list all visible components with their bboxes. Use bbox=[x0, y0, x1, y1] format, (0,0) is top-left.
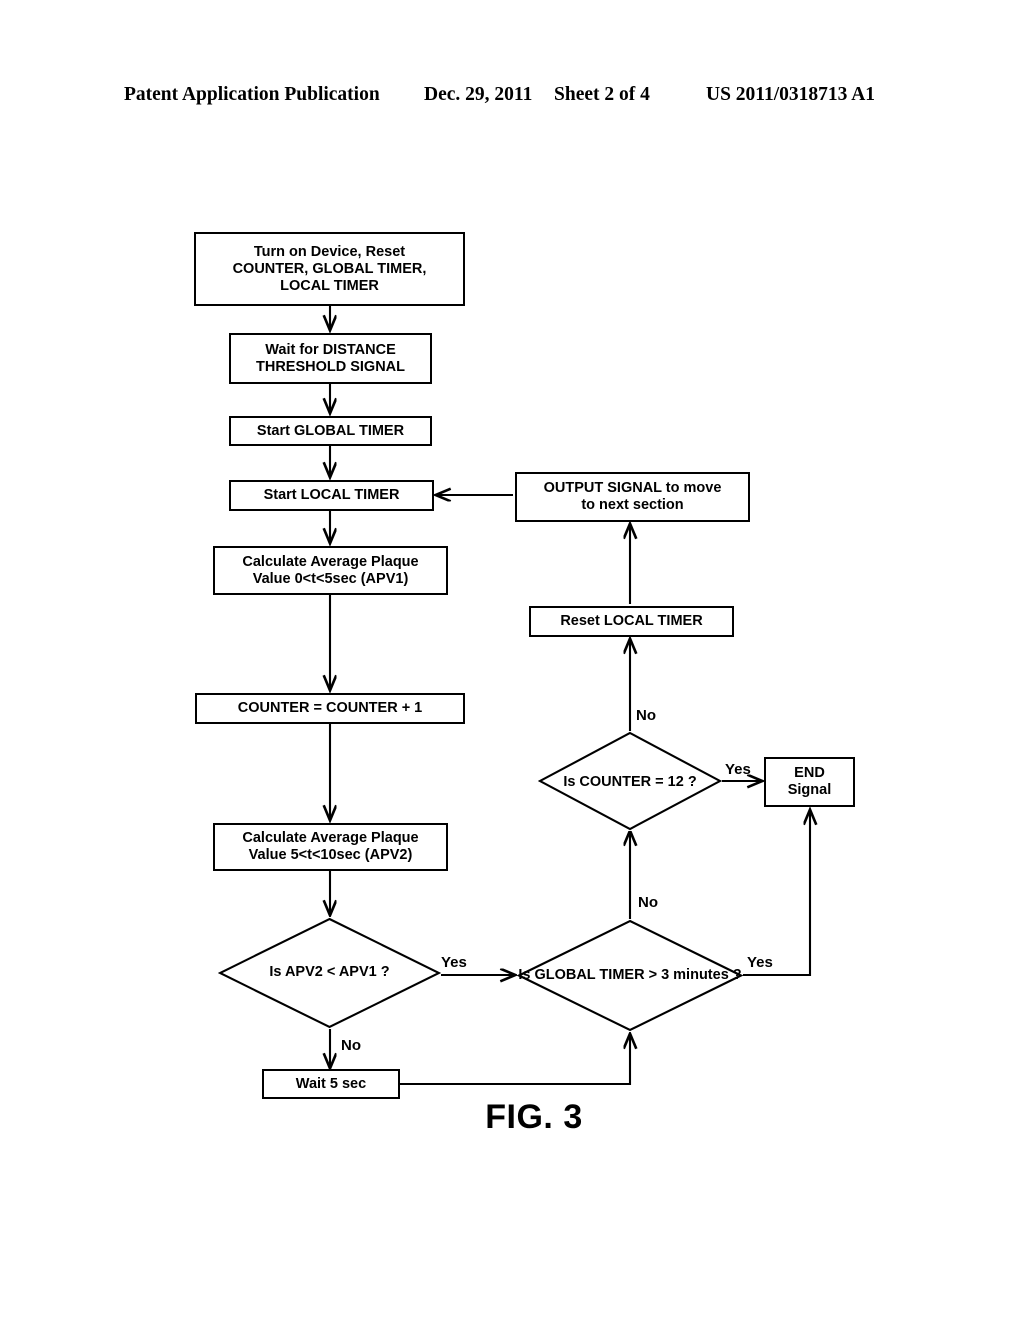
node-calculate-apv2-line2: Value 5<t<10sec (APV2) bbox=[248, 847, 413, 863]
flowchart-diagram: Turn on Device, Reset COUNTER, GLOBAL TI… bbox=[0, 0, 1024, 1320]
node-end-signal-line1: END bbox=[794, 765, 825, 781]
edge-label-global-yes: Yes bbox=[747, 954, 773, 971]
node-calculate-apv2-line1: Calculate Average Plaque bbox=[242, 830, 419, 846]
node-wait-distance-threshold-line1: Wait for DISTANCE bbox=[265, 341, 396, 358]
decision-global-timer-line1: Is GLOBAL TIMER bbox=[518, 966, 645, 983]
decision-apv2-line3: ? bbox=[380, 964, 390, 981]
node-output-signal[interactable]: OUTPUT SIGNAL to move to next section bbox=[515, 472, 750, 522]
node-turn-on-device-line2: COUNTER, GLOBAL TIMER, bbox=[232, 260, 427, 277]
decision-global-timer-3-minutes[interactable]: Is GLOBAL TIMER > 3 minutes ? bbox=[517, 919, 743, 1032]
node-output-signal-line2: to next section bbox=[581, 497, 684, 513]
node-calculate-apv1-line2: Value 0<t<5sec (APV1) bbox=[252, 570, 409, 587]
node-start-global-timer[interactable]: Start GLOBAL TIMER bbox=[229, 416, 432, 446]
node-turn-on-device-line1: Turn on Device, Reset bbox=[253, 243, 406, 260]
node-start-local-timer[interactable]: Start LOCAL TIMER bbox=[229, 480, 434, 511]
node-output-signal-line1: OUTPUT SIGNAL to move bbox=[543, 480, 722, 496]
decision-apv2-line1: Is APV2 bbox=[269, 964, 323, 981]
node-wait-distance-threshold-line2: THRESHOLD SIGNAL bbox=[255, 358, 406, 375]
node-turn-on-device-line3: LOCAL TIMER bbox=[280, 277, 379, 294]
decision-apv2-less-than-apv1[interactable]: Is APV2 < APV1 ? bbox=[218, 917, 441, 1029]
node-reset-local-timer-label: Reset LOCAL TIMER bbox=[560, 613, 703, 629]
node-wait-5-sec[interactable]: Wait 5 sec bbox=[262, 1069, 400, 1099]
node-reset-local-timer[interactable]: Reset LOCAL TIMER bbox=[529, 606, 734, 637]
decision-apv2-line2: < APV1 bbox=[326, 964, 377, 981]
edge-label-apv-yes: Yes bbox=[441, 954, 467, 971]
node-counter-increment-label: COUNTER = COUNTER + 1 bbox=[237, 700, 423, 716]
node-calculate-apv2[interactable]: Calculate Average Plaque Value 5<t<10sec… bbox=[213, 823, 448, 871]
edge-label-counter-no: No bbox=[636, 707, 656, 724]
node-turn-on-device[interactable]: Turn on Device, Reset COUNTER, GLOBAL TI… bbox=[194, 232, 465, 306]
decision-counter-line2: ? bbox=[687, 774, 697, 791]
node-counter-increment[interactable]: COUNTER = COUNTER + 1 bbox=[195, 693, 465, 724]
decision-counter-equals-12[interactable]: Is COUNTER = 12 ? bbox=[538, 731, 722, 831]
node-calculate-apv1[interactable]: Calculate Average Plaque Value 0<t<5sec … bbox=[213, 546, 448, 595]
decision-global-timer-line3: ? bbox=[732, 966, 742, 983]
edge-label-global-no: No bbox=[638, 894, 658, 911]
node-calculate-apv1-line1: Calculate Average Plaque bbox=[242, 553, 419, 570]
figure-caption: FIG. 3 bbox=[485, 1098, 583, 1136]
node-wait-5-sec-label: Wait 5 sec bbox=[295, 1075, 367, 1092]
edge-label-counter-yes: Yes bbox=[725, 761, 751, 778]
node-end-signal[interactable]: END Signal bbox=[764, 757, 855, 807]
decision-counter-line1: Is COUNTER = 12 bbox=[563, 774, 684, 791]
node-end-signal-line2: Signal bbox=[787, 782, 832, 798]
decision-global-timer-line2: > 3 minutes bbox=[648, 966, 729, 983]
node-start-local-timer-label: Start LOCAL TIMER bbox=[263, 487, 400, 503]
node-wait-distance-threshold[interactable]: Wait for DISTANCE THRESHOLD SIGNAL bbox=[229, 333, 432, 384]
edge-label-apv-no: No bbox=[341, 1037, 361, 1054]
node-start-global-timer-label: Start GLOBAL TIMER bbox=[256, 422, 405, 439]
